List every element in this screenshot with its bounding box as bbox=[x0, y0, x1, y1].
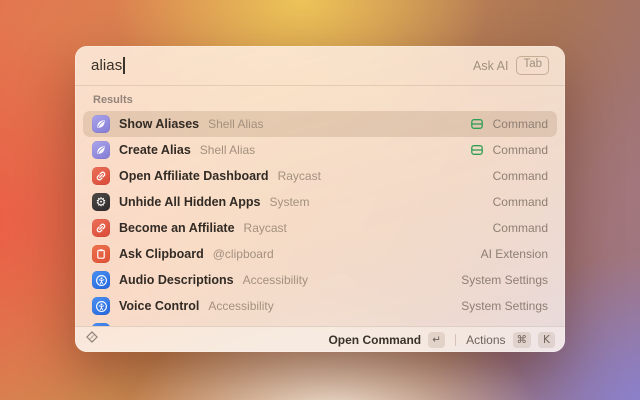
result-subtitle: Raycast bbox=[244, 221, 287, 235]
list-item[interactable]: Create Alias Shell Alias Command bbox=[83, 137, 557, 163]
result-type-label: Command bbox=[493, 117, 548, 131]
result-subtitle: Shell Alias bbox=[200, 143, 255, 157]
command-badge-icon bbox=[470, 117, 484, 131]
list-item[interactable]: Become an Affiliate Raycast Command bbox=[83, 215, 557, 241]
text-caret bbox=[123, 57, 125, 74]
ask-ai-button[interactable]: Ask AI bbox=[473, 59, 508, 73]
results-section-header: Results bbox=[83, 86, 557, 111]
result-type-label: Command bbox=[493, 195, 548, 209]
result-type-label: System Settings bbox=[461, 299, 548, 313]
result-title: Audio Descriptions bbox=[119, 273, 234, 287]
result-type-label: Command bbox=[493, 169, 548, 183]
list-item[interactable]: Open Affiliate Dashboard Raycast Command bbox=[83, 163, 557, 189]
tab-keycap: Tab bbox=[516, 56, 549, 74]
return-keycap: ↵ bbox=[428, 332, 445, 348]
affiliate-icon bbox=[92, 219, 110, 237]
affiliate-icon bbox=[92, 167, 110, 185]
list-item[interactable]: ⚙ Unhide All Hidden Apps System Command bbox=[83, 189, 557, 215]
result-type-label: Command bbox=[493, 221, 548, 235]
accessibility-icon bbox=[92, 271, 110, 289]
result-title: Voice Control bbox=[119, 299, 199, 313]
result-subtitle: Accessibility bbox=[208, 299, 273, 313]
raycast-launcher-window: alias Ask AI Tab Results Show Aliases Sh… bbox=[75, 46, 565, 352]
list-item[interactable]: Ask Clipboard @clipboard AI Extension bbox=[83, 241, 557, 267]
cmd-keycap: ⌘ bbox=[513, 332, 532, 348]
result-title: Ask Clipboard bbox=[119, 247, 204, 261]
open-command-button[interactable]: Open Command ↵ bbox=[328, 332, 445, 348]
footer-divider bbox=[455, 334, 456, 346]
result-title: Open Affiliate Dashboard bbox=[119, 169, 269, 183]
result-subtitle: System bbox=[269, 195, 309, 209]
raycast-logo-icon bbox=[85, 330, 99, 349]
result-subtitle: Accessibility bbox=[243, 273, 308, 287]
result-subtitle: Raycast bbox=[278, 169, 321, 183]
results-list: Results Show Aliases Shell Alias Command… bbox=[75, 86, 565, 326]
actions-label: Actions bbox=[466, 333, 505, 347]
result-subtitle: Shell Alias bbox=[208, 117, 263, 131]
list-item[interactable]: VoiceOver Accessibility System Settings bbox=[83, 319, 557, 326]
result-title: Show Aliases bbox=[119, 117, 199, 131]
shell-alias-icon bbox=[92, 141, 110, 159]
actions-button[interactable]: Actions ⌘ K bbox=[466, 332, 555, 348]
k-keycap: K bbox=[538, 332, 555, 348]
result-title: Unhide All Hidden Apps bbox=[119, 195, 260, 209]
clipboard-icon bbox=[92, 245, 110, 263]
list-item[interactable]: Audio Descriptions Accessibility System … bbox=[83, 267, 557, 293]
footer-bar: Open Command ↵ Actions ⌘ K bbox=[75, 326, 565, 352]
search-input[interactable]: alias Ask AI Tab bbox=[75, 46, 565, 86]
list-item[interactable]: Voice Control Accessibility System Setti… bbox=[83, 293, 557, 319]
result-type-label: AI Extension bbox=[481, 247, 548, 261]
result-type-label: Command bbox=[493, 143, 548, 157]
open-command-label: Open Command bbox=[328, 333, 421, 347]
result-type-label: System Settings bbox=[461, 273, 548, 287]
command-badge-icon bbox=[470, 143, 484, 157]
result-title: Create Alias bbox=[119, 143, 191, 157]
search-value: alias bbox=[91, 57, 122, 74]
shell-alias-icon bbox=[92, 115, 110, 133]
result-subtitle: @clipboard bbox=[213, 247, 274, 261]
result-title: Become an Affiliate bbox=[119, 221, 235, 235]
system-icon: ⚙ bbox=[92, 193, 110, 211]
list-item[interactable]: Show Aliases Shell Alias Command bbox=[83, 111, 557, 137]
accessibility-icon bbox=[92, 297, 110, 315]
